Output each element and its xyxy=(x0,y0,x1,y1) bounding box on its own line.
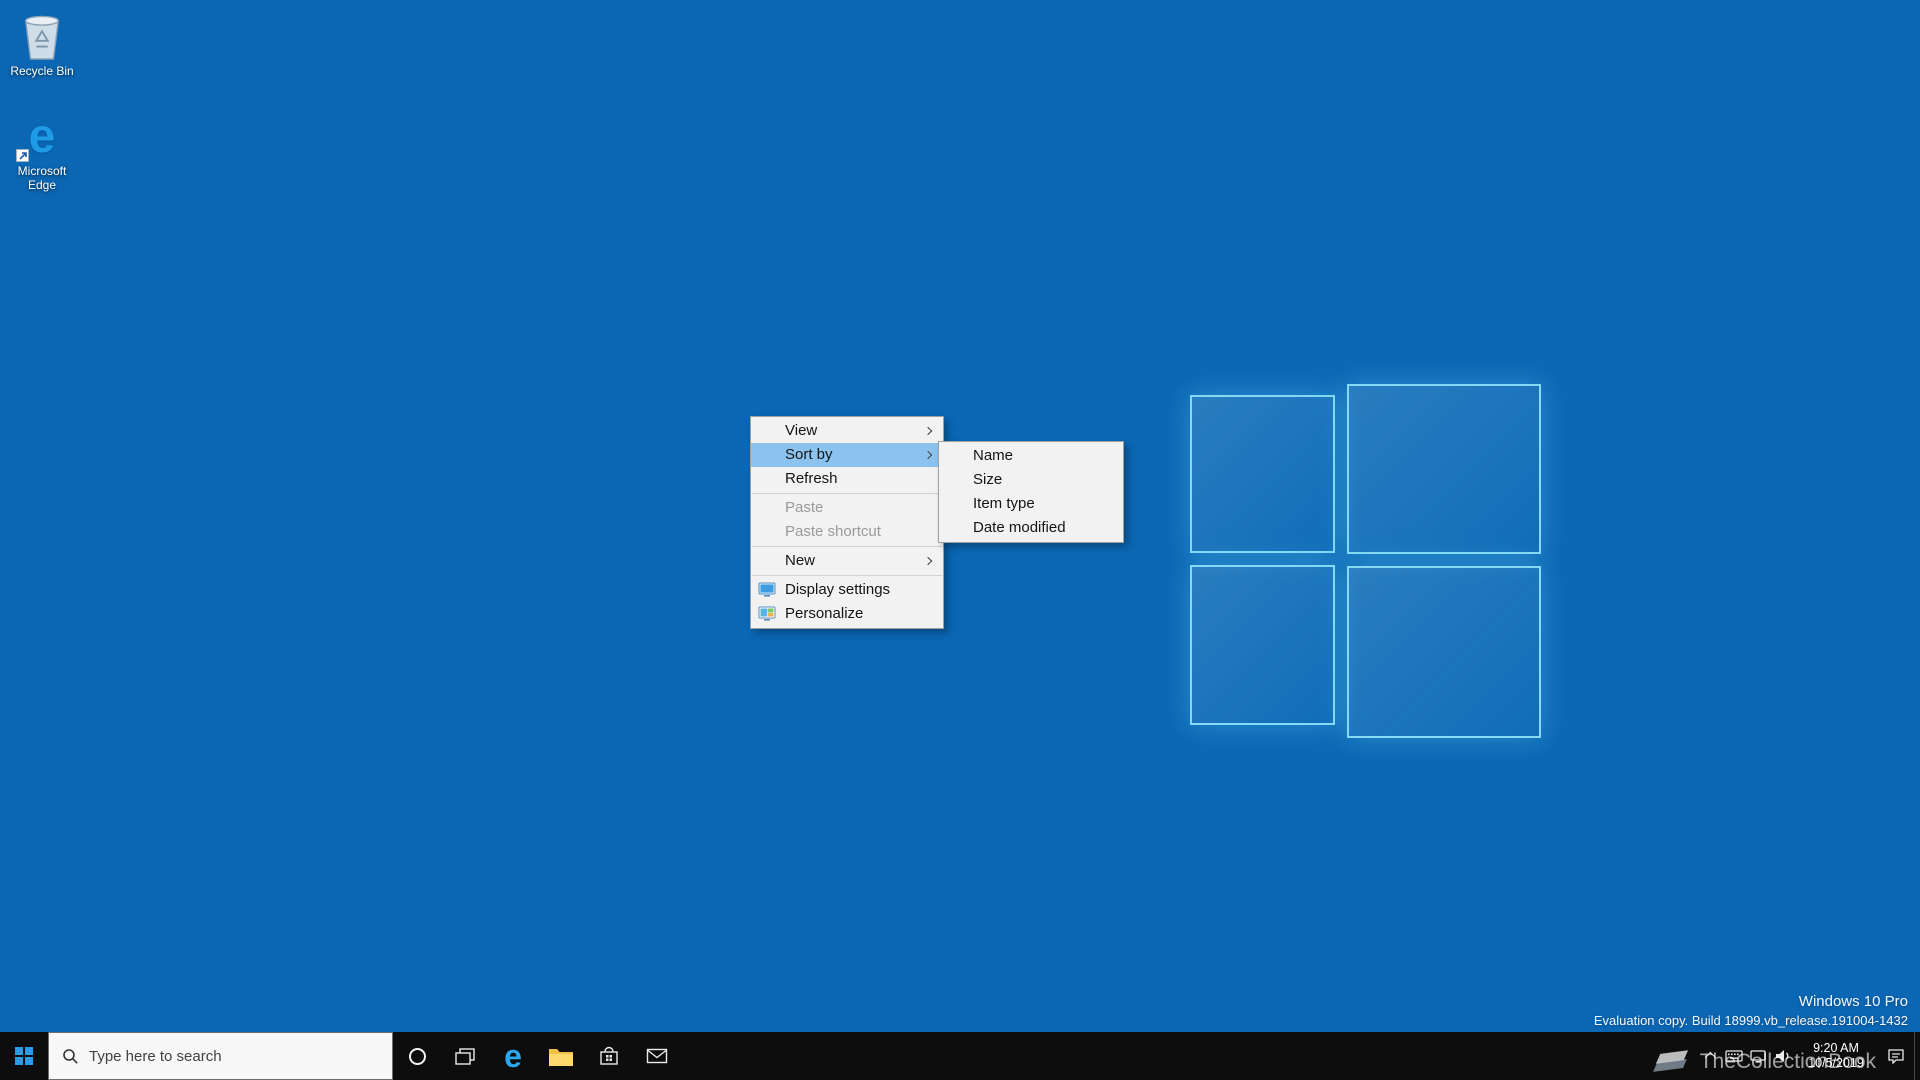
hidden-icons-button[interactable] xyxy=(1696,1032,1722,1080)
touch-keyboard-icon xyxy=(1725,1049,1743,1063)
desktop-context-menu: View Sort by Refresh Paste Paste shortcu… xyxy=(750,416,944,629)
winver-edition: Windows 10 Pro xyxy=(1594,993,1908,1010)
edge-letter-glyph: e xyxy=(29,113,56,161)
menu-item-label: New xyxy=(785,552,815,569)
mail-icon xyxy=(646,1047,668,1065)
menu-item-paste: Paste xyxy=(751,496,943,520)
desktop-icon-microsoft-edge[interactable]: e Microsoft Edge xyxy=(4,112,80,192)
menu-item-paste-shortcut: Paste shortcut xyxy=(751,520,943,544)
menu-item-display-settings[interactable]: Display settings xyxy=(751,578,943,602)
menu-item-label: Paste shortcut xyxy=(785,523,881,540)
submenu-item-item-type[interactable]: Item type xyxy=(939,492,1123,516)
edge-taskbar-button[interactable]: e xyxy=(489,1032,537,1080)
menu-separator xyxy=(752,493,942,494)
menu-separator xyxy=(752,546,942,547)
sort-by-submenu: Name Size Item type Date modified xyxy=(938,441,1124,543)
personalize-icon xyxy=(758,606,776,622)
chevron-right-icon xyxy=(924,427,932,435)
submenu-item-date-modified[interactable]: Date modified xyxy=(939,516,1123,540)
menu-separator xyxy=(752,575,942,576)
menu-item-sort-by[interactable]: Sort by xyxy=(751,443,943,467)
menu-item-label: Sort by xyxy=(785,446,833,463)
network-icon xyxy=(1749,1049,1767,1064)
submenu-item-name[interactable]: Name xyxy=(939,444,1123,468)
menu-item-label: Item type xyxy=(973,495,1035,512)
task-view-icon xyxy=(454,1047,476,1066)
mail-button[interactable] xyxy=(633,1032,681,1080)
speaker-tray-button[interactable] xyxy=(1770,1032,1794,1080)
menu-item-label: Paste xyxy=(785,499,823,516)
cortana-button[interactable] xyxy=(393,1032,441,1080)
action-center-button[interactable] xyxy=(1878,1032,1914,1080)
menu-item-view[interactable]: View xyxy=(751,419,943,443)
menu-item-personalize[interactable]: Personalize xyxy=(751,602,943,626)
chevron-up-icon xyxy=(1705,1052,1716,1063)
windows-logo-pane-top-right xyxy=(1347,384,1541,554)
menu-item-label: Name xyxy=(973,447,1013,464)
show-desktop-button[interactable] xyxy=(1914,1032,1920,1080)
touch-keyboard-button[interactable] xyxy=(1722,1032,1746,1080)
file-explorer-icon xyxy=(548,1046,574,1067)
menu-item-new[interactable]: New xyxy=(751,549,943,573)
cortana-icon xyxy=(409,1048,426,1065)
store-button[interactable] xyxy=(585,1032,633,1080)
menu-item-label: Size xyxy=(973,471,1002,488)
speaker-icon xyxy=(1774,1048,1791,1064)
start-button[interactable] xyxy=(0,1032,48,1080)
search-input[interactable] xyxy=(89,1048,392,1065)
search-icon xyxy=(62,1048,79,1065)
network-tray-button[interactable] xyxy=(1746,1032,1770,1080)
menu-item-label: Date modified xyxy=(973,519,1066,536)
recycle-bin-icon xyxy=(4,12,80,62)
desktop-icon-recycle-bin[interactable]: Recycle Bin xyxy=(4,12,80,78)
windows-logo-pane-bottom-right xyxy=(1347,566,1541,738)
menu-item-label: Display settings xyxy=(785,581,890,598)
menu-item-refresh[interactable]: Refresh xyxy=(751,467,943,491)
desktop-icon-label: Recycle Bin xyxy=(4,64,80,78)
taskbar: e xyxy=(0,1032,1920,1080)
menu-item-label: Refresh xyxy=(785,470,838,487)
shortcut-arrow-icon xyxy=(16,149,29,162)
winver-watermark: Windows 10 Pro Evaluation copy. Build 18… xyxy=(1594,993,1908,1028)
display-settings-icon xyxy=(758,582,776,598)
action-center-icon xyxy=(1887,1048,1905,1064)
windows-logo-icon xyxy=(15,1047,33,1065)
winver-build: Evaluation copy. Build 18999.vb_release.… xyxy=(1594,1013,1908,1028)
chevron-right-icon xyxy=(924,557,932,565)
windows-logo-pane-top-left xyxy=(1190,395,1335,553)
windows-logo-pane-bottom-left xyxy=(1190,565,1335,725)
store-icon xyxy=(598,1045,620,1067)
menu-item-label: Personalize xyxy=(785,605,863,622)
edge-icon: e xyxy=(4,112,80,162)
file-explorer-button[interactable] xyxy=(537,1032,585,1080)
chevron-right-icon xyxy=(924,451,932,459)
taskbar-clock[interactable]: 9:20 AM 10/5/2019 xyxy=(1794,1032,1878,1080)
task-view-button[interactable] xyxy=(441,1032,489,1080)
edge-icon: e xyxy=(504,1040,522,1072)
clock-time: 9:20 AM xyxy=(1813,1041,1859,1056)
taskbar-empty-area xyxy=(681,1032,1696,1080)
desktop-icon-label: Microsoft Edge xyxy=(4,164,80,192)
menu-item-label: View xyxy=(785,422,817,439)
clock-date: 10/5/2019 xyxy=(1808,1056,1864,1071)
submenu-item-size[interactable]: Size xyxy=(939,468,1123,492)
taskbar-search-box[interactable] xyxy=(48,1032,393,1080)
